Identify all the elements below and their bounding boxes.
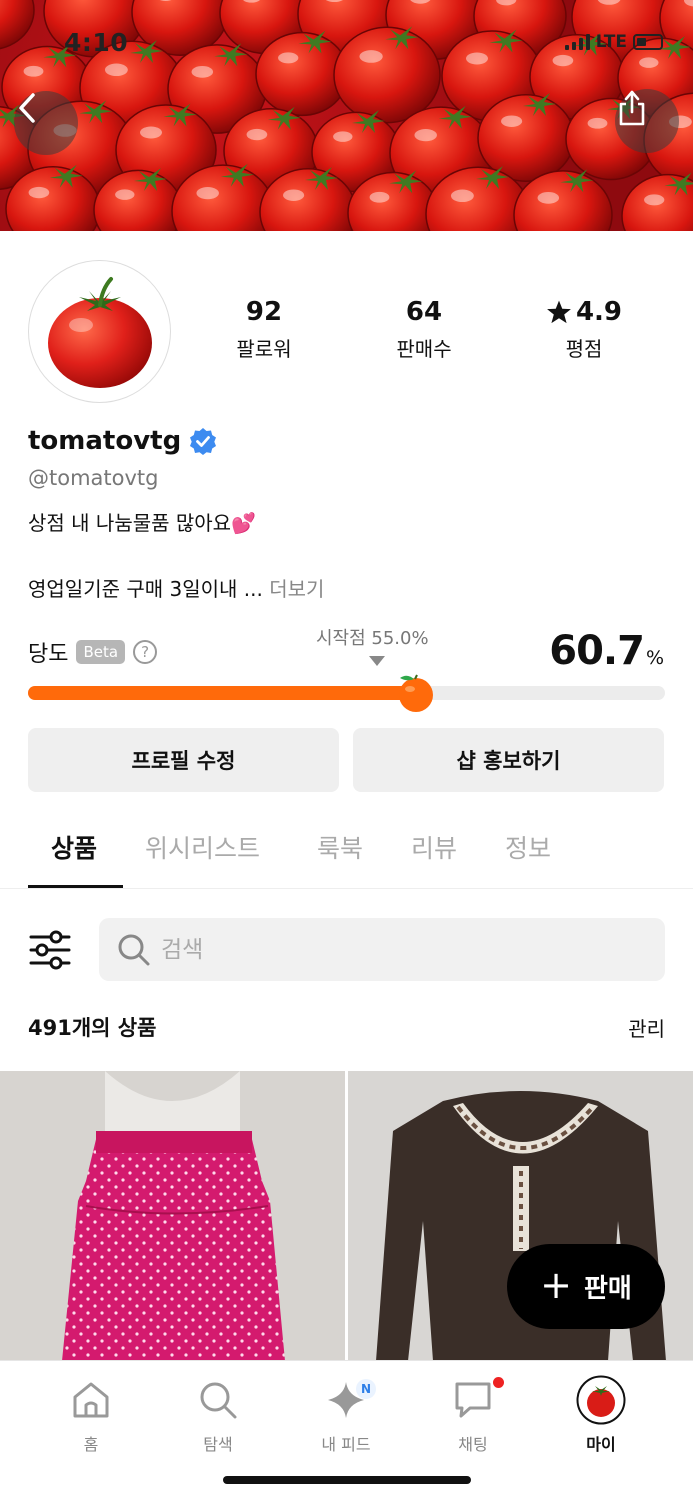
- sweetness-value: 60.7: [549, 628, 645, 674]
- sales-label: 판매수: [396, 337, 452, 361]
- manage-button[interactable]: 관리: [628, 1013, 665, 1042]
- followers-count: 92: [245, 297, 283, 327]
- nav-home[interactable]: 홈: [41, 1373, 141, 1455]
- username-row: tomatovtg: [28, 426, 217, 456]
- start-point-caret: [369, 656, 385, 666]
- bio-line-1: 상점 내 나눔물품 많아요💕: [28, 511, 256, 535]
- bio-line-2: 영업일기준 구매 3일이내 ...: [28, 577, 263, 601]
- search-input[interactable]: [161, 936, 641, 963]
- question-circle-icon[interactable]: ?: [133, 640, 158, 664]
- banner-tomato: [477, 93, 575, 182]
- followers-stat[interactable]: 92 팔로워: [184, 297, 344, 362]
- sweetness-bar-fill: [28, 686, 415, 700]
- home-icon: [73, 1382, 109, 1418]
- share-button[interactable]: [615, 89, 679, 153]
- sweetness-unit: %: [645, 647, 664, 669]
- sweetness-label: 당도: [28, 642, 69, 667]
- network-label: LTE: [595, 32, 627, 52]
- search-field[interactable]: [99, 918, 665, 981]
- profile-banner: 4:10 LTE: [0, 0, 693, 231]
- status-icons: LTE: [564, 32, 663, 52]
- beta-badge: Beta: [76, 640, 126, 664]
- nav-chat-label: 채팅: [458, 1435, 488, 1454]
- bio-line-2-row: 영업일기준 구매 3일이내 ... 더보기: [28, 573, 324, 602]
- banner-tomato: [333, 26, 441, 124]
- filter-button[interactable]: [28, 928, 72, 972]
- promote-shop-button[interactable]: 샵 홍보하기: [353, 728, 664, 792]
- product-count-suffix: 개의 상품: [71, 1016, 157, 1040]
- followers-label: 팔로워: [236, 337, 292, 361]
- verified-badge-icon: [190, 428, 217, 455]
- sweetness-label-row: 당도 Beta ?: [28, 636, 158, 668]
- nav-my-label: 마이: [586, 1435, 616, 1454]
- tangerine-marker-icon: [395, 670, 435, 714]
- username: tomatovtg: [28, 426, 182, 456]
- new-badge: N: [356, 1379, 376, 1399]
- tab-products[interactable]: 상품: [51, 829, 97, 865]
- chat-icon: [455, 1382, 491, 1418]
- rating-value: 4.9: [575, 297, 623, 327]
- tomato-avatar-image: [48, 277, 152, 388]
- rating-value-wrap: 4.9: [504, 297, 664, 327]
- avatar: [576, 1375, 626, 1425]
- nav-feed-label: 내 피드: [321, 1435, 371, 1454]
- rating-label: 평점: [565, 337, 603, 361]
- nav-feed[interactable]: N 내 피드: [296, 1373, 396, 1455]
- tab-lookbook[interactable]: 룩북: [317, 829, 363, 865]
- tab-wishlist[interactable]: 위시리스트: [145, 829, 260, 865]
- rating-stat[interactable]: 4.9 평점: [504, 297, 664, 362]
- battery-icon: [633, 34, 663, 50]
- unread-dot: [493, 1377, 504, 1388]
- back-button[interactable]: [14, 91, 78, 155]
- nav-explore[interactable]: 탐색: [168, 1373, 268, 1455]
- nav-chat[interactable]: 채팅: [423, 1373, 523, 1455]
- chevron-left-icon: [19, 93, 35, 123]
- tab-info[interactable]: 정보: [505, 829, 551, 865]
- banner-tomato: [621, 172, 693, 231]
- sales-stat[interactable]: 64 판매수: [344, 297, 504, 362]
- product-image-skirt: [0, 1071, 345, 1361]
- nav-explore-label: 탐색: [203, 1435, 233, 1454]
- profile-stats: 92 팔로워 64 판매수 4.9 평점: [184, 297, 664, 362]
- sales-count: 64: [405, 297, 443, 327]
- sweetness-bar: [28, 674, 665, 712]
- active-tab-indicator: [28, 885, 123, 888]
- product-count-number: 491: [28, 1016, 72, 1040]
- banner-tomato: [0, 0, 35, 50]
- search-icon: [200, 1382, 237, 1419]
- nav-home-label: 홈: [83, 1435, 99, 1454]
- tab-reviews[interactable]: 리뷰: [411, 829, 457, 865]
- more-link[interactable]: 더보기: [269, 577, 324, 601]
- sell-fab-button[interactable]: + 판매: [507, 1244, 665, 1329]
- status-time: 4:10: [64, 28, 129, 57]
- sweetness-value-wrap: 60.7%: [549, 628, 664, 674]
- start-point-label: 시작점 55.0%: [316, 628, 429, 649]
- nav-my[interactable]: 마이: [551, 1373, 651, 1455]
- home-indicator: [223, 1476, 471, 1484]
- product-count-row: 491개의 상품 관리: [28, 1012, 665, 1042]
- sell-label: 판매: [584, 1274, 632, 1304]
- star-icon: [547, 300, 571, 324]
- user-handle: @tomatovtg: [28, 466, 159, 490]
- sliders-icon: [29, 930, 71, 970]
- product-count: 491개의 상품: [28, 1012, 156, 1042]
- edit-profile-button[interactable]: 프로필 수정: [28, 728, 339, 792]
- product-card[interactable]: [0, 1071, 345, 1361]
- search-icon: [118, 934, 150, 965]
- signal-icon: [564, 34, 590, 50]
- profile-tabs: 상품 위시리스트 룩북 리뷰 정보: [0, 824, 693, 889]
- profile-avatar[interactable]: [28, 260, 171, 403]
- share-icon: [619, 90, 645, 126]
- plus-icon: +: [540, 1262, 572, 1307]
